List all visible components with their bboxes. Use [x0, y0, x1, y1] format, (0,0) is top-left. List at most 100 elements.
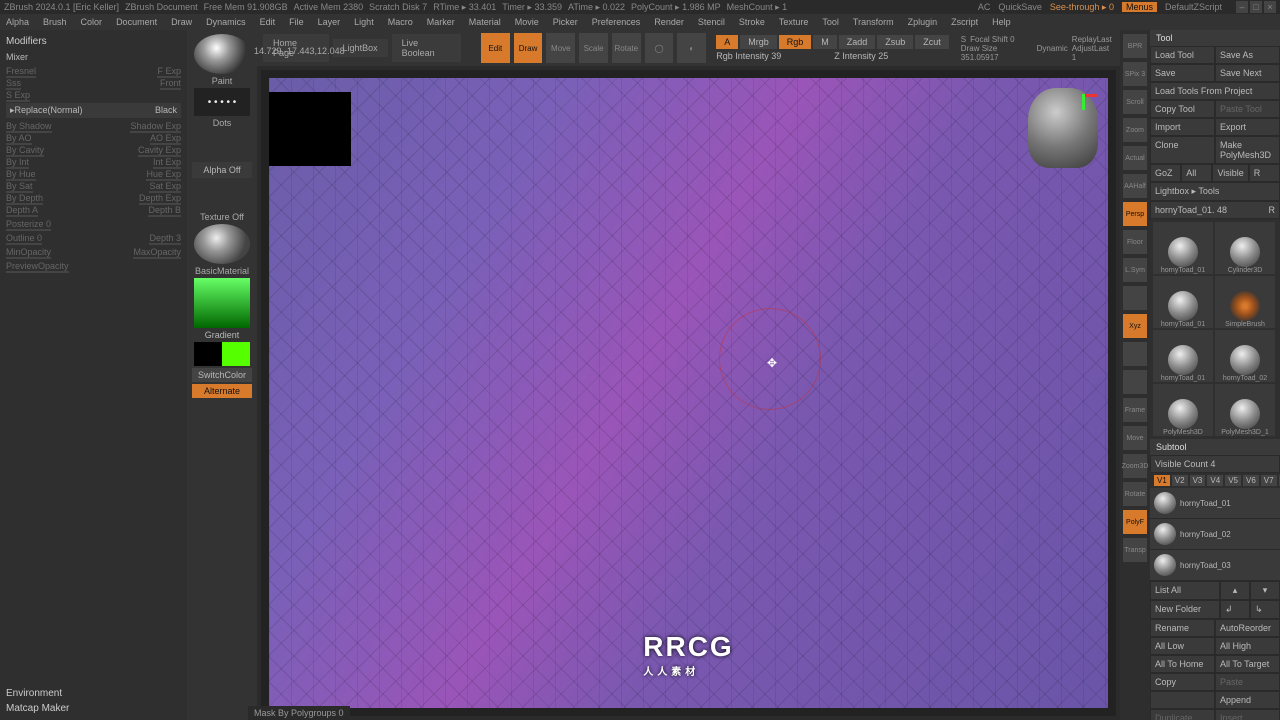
- up-icon[interactable]: ▴: [1220, 581, 1250, 600]
- menu-zplugin[interactable]: Zplugin: [908, 17, 938, 27]
- menu-file[interactable]: File: [289, 17, 304, 27]
- list-all-button[interactable]: List All: [1150, 581, 1220, 600]
- adjust-last[interactable]: AdjustLast 1: [1072, 44, 1114, 62]
- tool-item[interactable]: hornyToad_01: [1153, 276, 1213, 328]
- save-next-button[interactable]: Save Next: [1215, 64, 1280, 82]
- right-icon-Move[interactable]: Move: [1123, 426, 1147, 450]
- depth3-slider[interactable]: Depth 3: [149, 233, 181, 243]
- right-icon-11[interactable]: [1123, 342, 1147, 366]
- stroke-thumb[interactable]: [194, 88, 250, 116]
- zsub-mode[interactable]: Zsub: [877, 35, 913, 49]
- tool-item[interactable]: Cylinder3D: [1215, 222, 1275, 274]
- sculptris-icon[interactable]: ◐: [677, 33, 706, 63]
- minimize-icon[interactable]: –: [1236, 1, 1248, 13]
- live-boolean-tab[interactable]: Live Boolean: [392, 34, 462, 62]
- menu-texture[interactable]: Texture: [779, 17, 809, 27]
- menu-tool[interactable]: Tool: [822, 17, 839, 27]
- brush-thumb[interactable]: [194, 34, 250, 74]
- zcut-mode[interactable]: Zcut: [915, 35, 949, 49]
- rgb-intensity-slider[interactable]: Rgb Intensity 39: [716, 51, 832, 61]
- right-icon-AAHalf[interactable]: AAHalf: [1123, 174, 1147, 198]
- menu-brush[interactable]: Brush: [43, 17, 67, 27]
- menu-help[interactable]: Help: [992, 17, 1011, 27]
- menu-marker[interactable]: Marker: [427, 17, 455, 27]
- material-thumb[interactable]: [194, 224, 250, 264]
- menu-zscript[interactable]: Zscript: [951, 17, 978, 27]
- make-polymesh-button[interactable]: Make PolyMesh3D: [1215, 136, 1280, 164]
- replace-mode[interactable]: ▸Replace(Normal) Black: [6, 103, 181, 118]
- right-icon-L.Sym[interactable]: L.Sym: [1123, 258, 1147, 282]
- right-icon-Frame[interactable]: Frame: [1123, 398, 1147, 422]
- import-button[interactable]: Import: [1150, 118, 1215, 136]
- menu-edit[interactable]: Edit: [260, 17, 276, 27]
- switch-color-button[interactable]: SwitchColor: [192, 368, 252, 382]
- save-as-button[interactable]: Save As: [1215, 46, 1280, 64]
- alternate-button[interactable]: Alternate: [192, 384, 252, 398]
- m-mode[interactable]: M: [813, 35, 837, 49]
- rename-button[interactable]: Rename: [1150, 619, 1215, 637]
- export-button[interactable]: Export: [1215, 118, 1280, 136]
- matcap-maker-section[interactable]: Matcap Maker: [6, 701, 181, 716]
- lightbox-tools[interactable]: Lightbox ▸ Tools: [1150, 182, 1280, 201]
- menu-macro[interactable]: Macro: [388, 17, 413, 27]
- z-intensity-slider[interactable]: Z Intensity 25: [834, 51, 934, 61]
- menu-picker[interactable]: Picker: [553, 17, 578, 27]
- rgb-mode[interactable]: Rgb: [779, 35, 812, 49]
- right-icon-SPix 3[interactable]: SPix 3: [1123, 62, 1147, 86]
- color-picker[interactable]: [194, 278, 250, 328]
- menu-stroke[interactable]: Stroke: [739, 17, 765, 27]
- viewport-canvas[interactable]: ✥ RRCG 人人素材: [269, 78, 1108, 708]
- seethrough-slider[interactable]: See-through ▸ 0: [1050, 2, 1114, 13]
- quicksave-button[interactable]: QuickSave: [998, 2, 1042, 12]
- outline-slider[interactable]: Outline 0: [6, 233, 42, 243]
- tool-item[interactable]: hornyToad_01: [1153, 330, 1213, 382]
- color-swatches[interactable]: [194, 342, 250, 366]
- right-icon-12[interactable]: [1123, 370, 1147, 394]
- right-icon-Xyz[interactable]: Xyz: [1123, 314, 1147, 338]
- menu-preferences[interactable]: Preferences: [592, 17, 641, 27]
- mrgb-mode[interactable]: Mrgb: [740, 35, 777, 49]
- menu-light[interactable]: Light: [354, 17, 374, 27]
- right-icon-BPR[interactable]: BPR: [1123, 34, 1147, 58]
- gizmo-icon[interactable]: ◯: [645, 33, 674, 63]
- copy-tool-button[interactable]: Copy Tool: [1150, 100, 1215, 118]
- draw-mode-button[interactable]: Draw: [514, 33, 543, 63]
- menu-draw[interactable]: Draw: [171, 17, 192, 27]
- replay-last[interactable]: ReplayLast: [1072, 35, 1112, 44]
- tool-item[interactable]: hornyToad_02: [1215, 330, 1275, 382]
- alpha-off-button[interactable]: Alpha Off: [192, 162, 252, 178]
- right-icon-9[interactable]: [1123, 286, 1147, 310]
- close-icon[interactable]: ×: [1264, 1, 1276, 13]
- rotate-mode-button[interactable]: Rotate: [612, 33, 641, 63]
- menu-dynamics[interactable]: Dynamics: [206, 17, 246, 27]
- menu-color[interactable]: Color: [81, 17, 103, 27]
- right-icon-Persp[interactable]: Persp: [1123, 202, 1147, 226]
- tool-item[interactable]: PolyMesh3D: [1153, 384, 1213, 436]
- menu-document[interactable]: Document: [116, 17, 157, 27]
- menus-toggle[interactable]: Menus: [1122, 2, 1157, 12]
- right-icon-Actual[interactable]: Actual: [1123, 146, 1147, 170]
- right-icon-PolyF[interactable]: PolyF: [1123, 510, 1147, 534]
- clone-button[interactable]: Clone: [1150, 136, 1215, 164]
- menu-stencil[interactable]: Stencil: [698, 17, 725, 27]
- autoreorder-button[interactable]: AutoReorder: [1215, 619, 1280, 637]
- load-tool-button[interactable]: Load Tool: [1150, 46, 1215, 64]
- draw-size-slider[interactable]: Draw Size 351.05917: [961, 44, 1033, 62]
- scale-mode-button[interactable]: Scale: [579, 33, 608, 63]
- right-icon-Zoom[interactable]: Zoom: [1123, 118, 1147, 142]
- right-icon-Zoom3D[interactable]: Zoom3D: [1123, 454, 1147, 478]
- subtool-row[interactable]: hornyToad_01: [1150, 488, 1280, 519]
- right-icon-Rotate[interactable]: Rotate: [1123, 482, 1147, 506]
- new-folder-button[interactable]: New Folder: [1150, 600, 1220, 619]
- load-project-button[interactable]: Load Tools From Project: [1150, 82, 1280, 100]
- posterize-slider[interactable]: Posterize 0: [6, 219, 51, 229]
- right-icon-Floor[interactable]: Floor: [1123, 230, 1147, 254]
- menu-alpha[interactable]: Alpha: [6, 17, 29, 27]
- menu-material[interactable]: Material: [469, 17, 501, 27]
- save-button[interactable]: Save: [1150, 64, 1215, 82]
- down-icon[interactable]: ▾: [1250, 581, 1280, 600]
- a-mode[interactable]: A: [716, 35, 738, 49]
- menu-layer[interactable]: Layer: [318, 17, 341, 27]
- maximize-icon[interactable]: □: [1250, 1, 1262, 13]
- move-mode-button[interactable]: Move: [546, 33, 575, 63]
